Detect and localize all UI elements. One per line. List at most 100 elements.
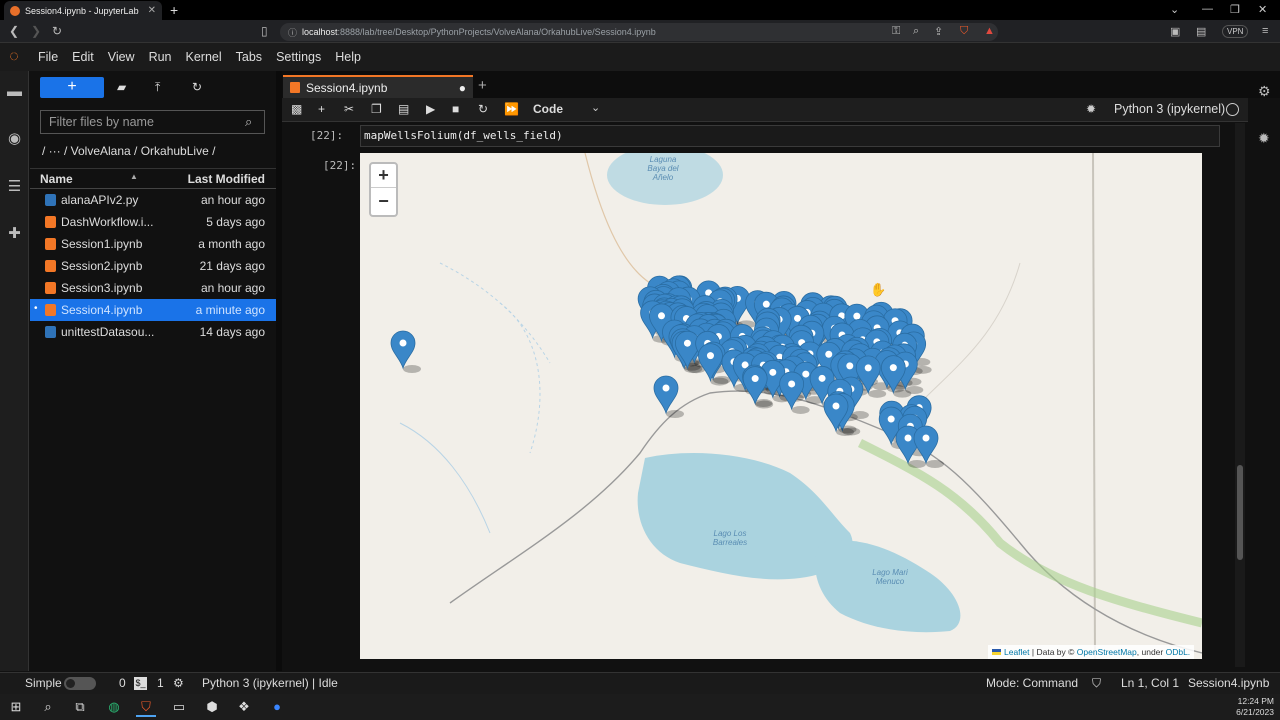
odbl-link[interactable]: ODbL. (1166, 647, 1191, 657)
forward-icon[interactable]: ❯ (31, 24, 41, 38)
property-inspector-icon[interactable]: ⚙ (1258, 83, 1271, 100)
refresh-icon[interactable]: ↻ (192, 80, 202, 94)
filter-files-input[interactable] (40, 110, 265, 134)
chevron-down-icon[interactable]: ⌄ (1170, 3, 1179, 16)
kernel-count[interactable]: 1 (157, 676, 164, 690)
cut-icon[interactable]: ✂ (344, 102, 354, 116)
taskbar (0, 694, 1280, 720)
paste-icon[interactable]: ▤ (398, 102, 409, 116)
status-filename: Session4.ipynb (1188, 676, 1270, 690)
column-modified-header[interactable]: Last Modified (188, 172, 265, 186)
bookmark-icon[interactable]: ▯ (261, 24, 268, 38)
terminal-app-icon[interactable]: ▭ (169, 697, 189, 717)
close-window-icon[interactable]: ✕ (1258, 3, 1267, 16)
restore-icon[interactable]: ❐ (1230, 3, 1240, 16)
attribution-under: , under (1136, 647, 1166, 657)
scrollbar-thumb[interactable] (1237, 465, 1243, 560)
well-marker-icon[interactable] (390, 330, 421, 373)
kernel-gear-icon[interactable]: ⚙ (173, 676, 184, 690)
menu-tabs[interactable]: Tabs (236, 50, 262, 64)
well-marker-icon[interactable] (653, 375, 684, 418)
file-row[interactable]: Session3.ipynb an hour ago (30, 277, 276, 299)
menu-file[interactable]: File (38, 50, 58, 64)
file-row[interactable]: Session2.ipynb 21 days ago (30, 255, 276, 277)
zoom-in-button[interactable]: + (371, 164, 396, 188)
brave-shield-icon[interactable]: ⛉ (960, 25, 968, 38)
app3-icon[interactable]: ● (267, 697, 287, 717)
debugger-icon[interactable]: ✹ (1086, 102, 1096, 116)
folium-map[interactable]: Laguna Baya del Añelo Lago Los Barreales… (360, 153, 1202, 659)
insert-cell-icon[interactable]: + (318, 102, 325, 116)
osm-link[interactable]: OpenStreetMap (1077, 647, 1137, 657)
share-icon[interactable]: ⇪ (934, 25, 943, 38)
unsaved-dot-icon[interactable]: ● (459, 81, 466, 95)
file-row[interactable]: • Session4.ipynb a minute ago (30, 299, 276, 321)
new-tab-plus-icon[interactable]: + (478, 77, 487, 94)
column-name-header[interactable]: Name (40, 172, 73, 186)
search-icon[interactable]: ⌕ (38, 697, 58, 717)
brave-icon[interactable]: ⛉ (136, 697, 156, 717)
debugger-panel-icon[interactable]: ✹ (1258, 130, 1270, 147)
scrollbar[interactable] (1235, 123, 1245, 667)
menu-kernel[interactable]: Kernel (186, 50, 222, 64)
back-icon[interactable]: ❮ (9, 24, 19, 38)
mode-indicator[interactable]: Mode: Command (986, 676, 1078, 690)
kernel-name[interactable]: Python 3 (ipykernel) (1114, 102, 1225, 116)
task-view-icon[interactable]: ⧉ (70, 697, 90, 717)
close-icon[interactable]: ✕ (148, 5, 156, 16)
menu-view[interactable]: View (108, 50, 135, 64)
simple-mode-toggle[interactable] (64, 677, 96, 690)
file-row[interactable]: DashWorkflow.i... 5 days ago (30, 211, 276, 233)
extension-icon[interactable]: ✚ (4, 223, 25, 244)
info-icon[interactable]: ⓘ (288, 26, 297, 39)
restart-icon[interactable]: ↻ (478, 102, 488, 116)
stop-icon[interactable]: ■ (452, 102, 459, 116)
browser-tab[interactable]: Session4.ipynb - JupyterLab ✕ (4, 1, 162, 20)
new-tab-icon[interactable]: + (170, 2, 178, 18)
chevron-down-icon[interactable]: ⌄ (591, 101, 600, 114)
upload-icon[interactable]: ⤒ (155, 80, 160, 95)
new-folder-icon[interactable]: ▰ (117, 80, 126, 94)
app2-icon[interactable]: ❖ (234, 697, 254, 717)
file-row[interactable]: alanaAPIv2.py an hour ago (30, 189, 276, 211)
breadcrumb[interactable]: / ··· / VolveAlana / OrkahubLive / (42, 144, 215, 158)
file-row[interactable]: unittestDatasou... 14 days ago (30, 321, 276, 343)
run-icon[interactable]: ▶ (426, 102, 435, 116)
kernel-status-text[interactable]: Python 3 (ipykernel) | Idle (202, 676, 338, 690)
kernel-status-icon (1226, 103, 1239, 116)
save-icon[interactable]: ▩ (291, 102, 302, 116)
python-file-icon (45, 326, 56, 338)
sidebar-icon[interactable]: ▣ (1170, 25, 1180, 38)
url-field[interactable]: ⓘ localhost:8888/lab/tree/Desktop/Python… (280, 23, 998, 41)
vpn-button[interactable]: VPN (1222, 25, 1249, 38)
zoom-icon[interactable]: ⌕ (913, 25, 919, 38)
shield-check-icon[interactable]: ⛉ (1092, 676, 1101, 691)
zoom-out-button[interactable]: − (371, 189, 396, 215)
tab-session4[interactable]: Session4.ipynb ● (283, 75, 473, 98)
minimize-icon[interactable]: — (1202, 3, 1213, 15)
file-row[interactable]: Session1.ipynb a month ago (30, 233, 276, 255)
reload-icon[interactable]: ↻ (52, 24, 62, 38)
new-launcher-button[interactable]: + (40, 77, 104, 98)
folder-icon[interactable]: ▬ (4, 81, 25, 102)
wallet-icon[interactable]: ▤ (1196, 25, 1206, 38)
running-icon[interactable]: ◉ (4, 128, 25, 149)
menu-settings[interactable]: Settings (276, 50, 321, 64)
menu-edit[interactable]: Edit (72, 50, 94, 64)
terminal-count[interactable]: 0 (119, 676, 126, 690)
leaflet-link[interactable]: Leaflet (1004, 647, 1030, 657)
cursor-position[interactable]: Ln 1, Col 1 (1121, 676, 1179, 690)
menu-run[interactable]: Run (149, 50, 172, 64)
menu-icon[interactable]: ≡ (1262, 25, 1268, 37)
copy-icon[interactable]: ❐ (371, 102, 382, 116)
menu-help[interactable]: Help (335, 50, 361, 64)
app-icon[interactable]: ⬢ (202, 697, 222, 717)
cell-type-select[interactable]: Code (533, 102, 563, 116)
toc-icon[interactable]: ☰ (4, 176, 25, 197)
fast-forward-icon[interactable]: ⏩ (504, 102, 519, 116)
terminal-icon[interactable]: $_ (134, 677, 147, 690)
edge-icon[interactable]: ◍ (104, 697, 124, 717)
key-icon[interactable]: ⚿ (892, 25, 900, 38)
brave-rewards-icon[interactable]: ▲ (984, 25, 995, 37)
windows-start-icon[interactable]: ⊞ (6, 697, 26, 717)
